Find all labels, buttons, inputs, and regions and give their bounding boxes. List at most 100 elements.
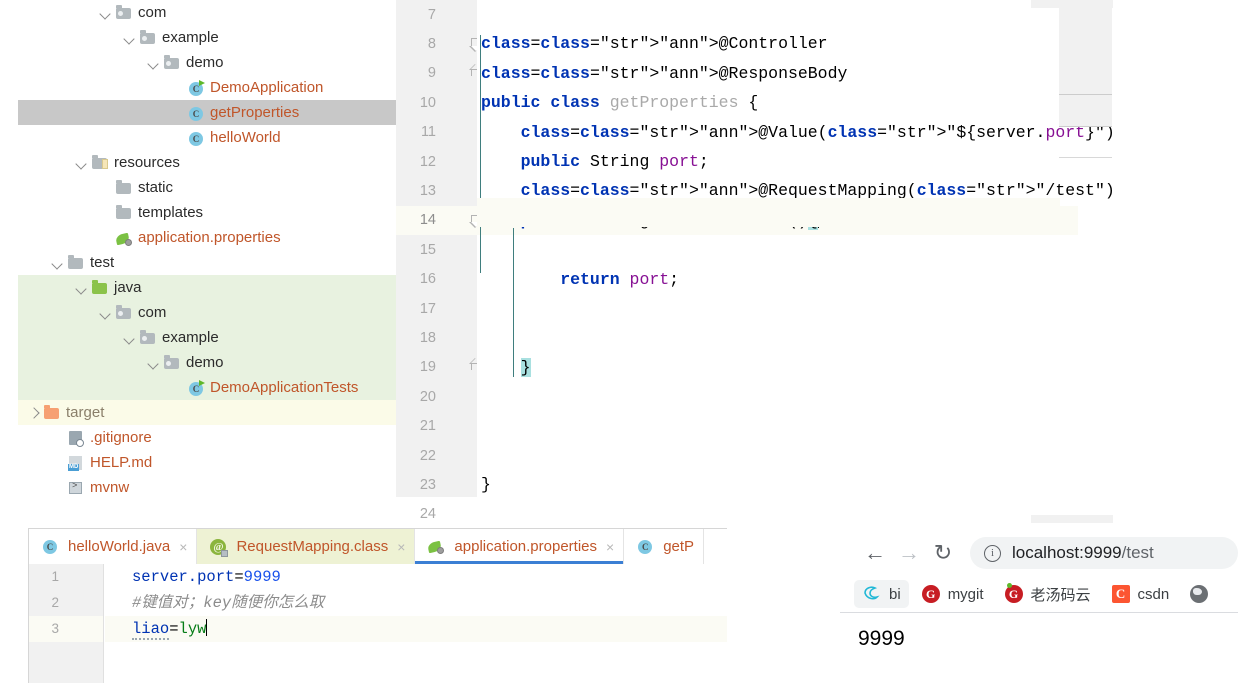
bookmarks-bar[interactable]: bi Gmygit G 老汤码云 Ccsdn: [840, 576, 1238, 613]
chevron-down-icon[interactable]: [74, 156, 88, 170]
tree-item-java[interactable]: java: [0, 275, 396, 300]
code-editor-panel[interactable]: 7 8 9 10 11 12 13 14 15 16 17 18 19 20 21 22 23 24 class=…: [396, 0, 1115, 522]
editor-tab-application-properties[interactable]: application.properties ×: [415, 529, 625, 564]
properties-line[interactable]: server.port=9999: [105, 564, 727, 590]
tree-item-demoapplication[interactable]: C DemoApplication: [0, 75, 396, 100]
chevron-down-icon[interactable]: [122, 331, 136, 345]
reload-icon[interactable]: ↻: [926, 536, 960, 570]
bookmark-mygit[interactable]: Gmygit: [913, 580, 992, 608]
bookmark-bi[interactable]: bi: [854, 580, 909, 608]
code-line[interactable]: [477, 441, 1078, 470]
properties-line[interactable]: #键值对；key随便你怎么取: [105, 590, 727, 616]
spring-leaf-icon: [427, 538, 447, 556]
tree-item-com[interactable]: com: [0, 0, 396, 25]
browser-window[interactable]: ← → ↻ i localhost:9999/test bi Gmygit G 老汤码…: [840, 530, 1238, 683]
editor-gutter[interactable]: 7 8 9 10 11 12 13 14 15 16 17 18 19 20 21 22 23 24: [396, 0, 482, 522]
browser-toolbar[interactable]: ← → ↻ i localhost:9999/test: [840, 530, 1238, 576]
java-class-runnable-icon: C: [187, 379, 205, 396]
code-line[interactable]: [477, 235, 1078, 264]
tree-item-com[interactable]: com: [0, 300, 396, 325]
close-icon[interactable]: ×: [397, 540, 405, 554]
java-class-icon: C: [187, 105, 205, 121]
tree-item-getproperties[interactable]: CgetProperties: [0, 100, 396, 125]
bookmark-globe[interactable]: [1181, 580, 1224, 608]
code-line[interactable]: [477, 323, 1078, 352]
forward-icon[interactable]: →: [892, 536, 926, 570]
editor-tab-getp[interactable]: CgetP: [624, 529, 705, 564]
tree-item-label: test: [90, 254, 115, 271]
line-number: 10: [419, 94, 436, 111]
code-line[interactable]: class=class="str">"ann">@ResponseBody: [477, 59, 1078, 88]
project-tree-panel[interactable]: com example demo C DemoApplication CgetProper…: [0, 0, 396, 500]
chevron-down-icon[interactable]: [50, 256, 64, 270]
tree-item-label: demo: [186, 354, 224, 371]
tree-item-label: com: [138, 304, 167, 321]
code-line[interactable]: class=class="str">"ann">@Value(class="st…: [477, 118, 1115, 147]
code-line[interactable]: public String port;: [477, 147, 1078, 176]
tree-item-label: target: [66, 404, 105, 421]
text-caret: [206, 619, 208, 636]
tree-item-demo[interactable]: demo: [0, 50, 396, 75]
folder-icon: [115, 180, 133, 196]
code-line[interactable]: }: [477, 353, 1078, 382]
source-folder-icon: [91, 280, 109, 296]
bookmark-老汤码云[interactable]: G 老汤码云: [996, 580, 1099, 609]
resources-folder-icon: [91, 155, 109, 171]
tree-item-example[interactable]: example: [0, 325, 396, 350]
tree-item-templates[interactable]: templates: [0, 200, 396, 225]
editor-tab-label: getP: [663, 538, 695, 555]
code-line[interactable]: class=class="str">"ann">@Controller: [477, 29, 1078, 58]
chevron-down-icon[interactable]: [146, 356, 160, 370]
code-line[interactable]: [477, 0, 1078, 29]
tree-item-label: application.properties: [138, 229, 281, 246]
tree-item-static[interactable]: static: [0, 175, 396, 200]
java-class-icon: C: [636, 538, 656, 556]
tree-item-target[interactable]: target: [0, 400, 396, 425]
bottom-editor-panel[interactable]: ChelloWorld.java × @ RequestMapping.class × a…: [28, 528, 727, 683]
property-equals: =: [169, 620, 179, 638]
editor-tab-strip[interactable]: ChelloWorld.java × @ RequestMapping.class × a…: [29, 529, 727, 564]
tree-item-test[interactable]: test: [0, 250, 396, 275]
site-info-icon[interactable]: i: [984, 544, 1001, 562]
chevron-down-icon[interactable]: [98, 6, 112, 20]
editor-tab-helloworld-java[interactable]: ChelloWorld.java ×: [29, 529, 198, 564]
tree-item-resources[interactable]: resources: [0, 150, 396, 175]
tree-item-example[interactable]: example: [0, 25, 396, 50]
tree-item-help-md[interactable]: HELP.md: [0, 450, 396, 475]
code-line[interactable]: [477, 411, 1078, 440]
editor-tab-requestmapping-class[interactable]: @ RequestMapping.class ×: [197, 529, 416, 564]
address-bar[interactable]: i localhost:9999/test: [970, 537, 1238, 569]
properties-line[interactable]: liao=lyw: [105, 616, 727, 642]
code-line[interactable]: public class getProperties {: [477, 88, 1078, 117]
close-icon[interactable]: ×: [606, 540, 614, 554]
tree-item-demoapplicationtests[interactable]: C DemoApplicationTests: [0, 375, 396, 400]
code-line[interactable]: return port;: [477, 265, 1078, 294]
chevron-right-icon[interactable]: [26, 406, 40, 420]
tree-item-helloworld[interactable]: ChelloWorld: [0, 125, 396, 150]
back-icon[interactable]: ←: [858, 536, 892, 570]
code-line[interactable]: [477, 500, 1078, 529]
chevron-down-icon[interactable]: [122, 31, 136, 45]
properties-editor-gutter[interactable]: 1 2 3: [29, 564, 104, 683]
tree-item--gitignore[interactable]: .gitignore: [0, 425, 396, 450]
chevron-down-icon[interactable]: [146, 56, 160, 70]
tree-item-label: .gitignore: [90, 429, 152, 446]
properties-editor-code[interactable]: server.port=9999 #键值对；key随便你怎么取 liao=lyw: [105, 564, 727, 683]
line-number: 22: [419, 447, 436, 464]
java-class-icon: C: [41, 538, 61, 556]
code-line[interactable]: [477, 294, 1078, 323]
editor-code-area[interactable]: class=class="str">"ann">@Controller class…: [477, 0, 1115, 499]
code-line[interactable]: }: [477, 470, 1078, 499]
code-line[interactable]: [477, 382, 1078, 411]
tree-item-application-properties[interactable]: application.properties: [0, 225, 396, 250]
chevron-down-icon[interactable]: [74, 281, 88, 295]
bookmark-csdn[interactable]: Ccsdn: [1103, 580, 1178, 608]
tree-item-demo[interactable]: demo: [0, 350, 396, 375]
close-icon[interactable]: ×: [179, 540, 187, 554]
tree-item-label: templates: [138, 204, 204, 221]
tree-item-mvnw[interactable]: mvnw: [0, 475, 396, 500]
chevron-down-icon[interactable]: [98, 306, 112, 320]
